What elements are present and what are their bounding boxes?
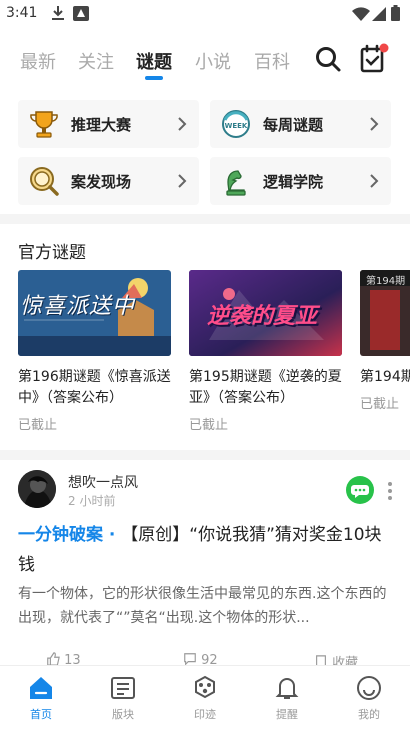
- avatar[interactable]: [18, 470, 56, 508]
- official-puzzles-title: 官方谜题: [18, 243, 86, 263]
- nav-home[interactable]: 首页: [11, 674, 71, 722]
- more-options-icon[interactable]: [384, 480, 396, 502]
- chess-knight-icon: [220, 165, 252, 197]
- post-excerpt: 有一个物体，它的形状很像生活中最常见的东西.这个东西的出现，就代表了“”莫名“出…: [18, 586, 387, 626]
- puzzle-title: 第196期谜题《惊喜派送中》（答案公布）: [18, 369, 171, 406]
- puzzle-card[interactable]: 逆袭的夏亚 第195期谜题《逆袭的夏亚》（答案公布） 已截止: [189, 270, 344, 433]
- post-tag-separator: ·: [103, 525, 122, 545]
- nav-boards[interactable]: 版块: [93, 674, 153, 722]
- entry-label: 推理大赛: [71, 116, 132, 134]
- puzzle-title: 第195期谜题《逆袭的夏亚》（答案公布）: [189, 369, 342, 406]
- section-divider: [0, 214, 410, 224]
- app-notification-icon: [73, 6, 89, 21]
- feed-post[interactable]: 想吹一点风 2 小时前 一分钟破案 · 【原创】“你说我猜”猜对奖金10块钱 有…: [0, 470, 410, 671]
- trophy-icon: [28, 108, 60, 140]
- tab-following[interactable]: 关注: [78, 48, 114, 74]
- post-category-tag[interactable]: 一分钟破案: [18, 525, 103, 545]
- checkin-calendar-icon[interactable]: [358, 42, 390, 74]
- entry-crime-scene[interactable]: 案发现场: [18, 157, 199, 205]
- nav-label: 印迹: [194, 708, 216, 721]
- post-author-name[interactable]: 想吹一点风: [68, 472, 138, 492]
- thumbs-up-icon: [47, 652, 60, 666]
- chevron-right-icon: [177, 173, 187, 189]
- profile-icon: [355, 674, 383, 702]
- quick-entry-grid: 推理大赛 WEEK 每周谜题 案发现场 逻辑学院: [0, 96, 410, 212]
- svg-text:WEEK: WEEK: [225, 122, 248, 130]
- week-calendar-icon: WEEK: [220, 108, 252, 140]
- tab-latest[interactable]: 最新: [20, 48, 56, 74]
- post-title[interactable]: 一分钟破案 · 【原创】“你说我猜”猜对奖金10块钱: [18, 520, 396, 580]
- download-icon: [51, 5, 65, 21]
- entry-reasoning-contest[interactable]: 推理大赛: [18, 100, 199, 148]
- entry-logic-academy[interactable]: 逻辑学院: [210, 157, 391, 205]
- status-bar: 3:41: [0, 0, 410, 28]
- tab-encyclopedia[interactable]: 百科: [254, 48, 290, 74]
- puzzle-cover-title: 第194期: [366, 276, 406, 287]
- nav-label: 我的: [358, 708, 380, 721]
- puzzle-cover-title: 惊喜派送中: [20, 294, 136, 319]
- puzzle-status: 已截止: [18, 418, 58, 433]
- puzzle-cover-image: 第194期: [360, 270, 410, 356]
- tab-novels[interactable]: 小说: [195, 48, 231, 74]
- magnifier-icon: [28, 165, 60, 197]
- top-tab-bar: 最新 关注 谜题 小说 百科: [0, 40, 410, 80]
- battery-icon: [391, 5, 400, 21]
- puzzle-cover-image: 惊喜派送中: [18, 270, 171, 356]
- entry-label: 逻辑学院: [263, 173, 324, 191]
- search-icon[interactable]: [314, 45, 342, 73]
- entry-weekly-puzzle[interactable]: WEEK 每周谜题: [210, 100, 391, 148]
- tab-puzzles[interactable]: 谜题: [136, 48, 172, 74]
- entry-label: 每周谜题: [263, 116, 324, 134]
- active-tab-indicator: [145, 76, 163, 80]
- wifi-icon: [352, 6, 370, 22]
- nav-label: 提醒: [276, 708, 298, 721]
- nav-profile[interactable]: 我的: [339, 674, 399, 722]
- status-time: 3:41: [6, 5, 38, 21]
- official-puzzles-carousel[interactable]: 惊喜派送中 第196期谜题《惊喜派送中》（答案公布） 已截止 逆袭的夏亚 第19…: [0, 270, 410, 440]
- entry-label: 案发现场: [71, 173, 132, 191]
- puzzle-card[interactable]: 第194期 第194期谜题（答案公布） 已截止: [360, 270, 410, 412]
- chevron-right-icon: [369, 173, 379, 189]
- board-icon: [109, 674, 137, 702]
- chat-bubble-icon[interactable]: [346, 476, 374, 504]
- nav-label: 首页: [30, 708, 52, 721]
- comment-icon: [184, 653, 196, 666]
- chevron-right-icon: [369, 116, 379, 132]
- bottom-navigation: 首页 版块 印迹 提醒 我的: [0, 665, 410, 730]
- nav-footprints[interactable]: 印迹: [175, 674, 235, 722]
- nav-reminders[interactable]: 提醒: [257, 674, 317, 722]
- post-timestamp: 2 小时前: [68, 494, 116, 508]
- chevron-right-icon: [177, 116, 187, 132]
- puzzle-cover-image: 逆袭的夏亚: [189, 270, 342, 356]
- signal-icon: [372, 6, 386, 21]
- section-divider: [0, 450, 410, 460]
- footprint-icon: [191, 674, 219, 702]
- puzzle-status: 已截止: [360, 397, 400, 412]
- puzzle-card[interactable]: 惊喜派送中 第196期谜题《惊喜派送中》（答案公布） 已截止: [18, 270, 173, 433]
- puzzle-title: 第194期谜题（答案公布）: [360, 369, 410, 385]
- home-icon: [27, 674, 55, 702]
- puzzle-cover-title: 逆袭的夏亚: [207, 304, 318, 329]
- bell-icon: [273, 674, 301, 702]
- puzzle-status: 已截止: [189, 418, 229, 433]
- nav-label: 版块: [112, 708, 134, 721]
- app-screen: 3:41 最新 关注 谜题 小说 百科 推理大赛 WEEK 每周谜题 案发现场 …: [0, 0, 410, 730]
